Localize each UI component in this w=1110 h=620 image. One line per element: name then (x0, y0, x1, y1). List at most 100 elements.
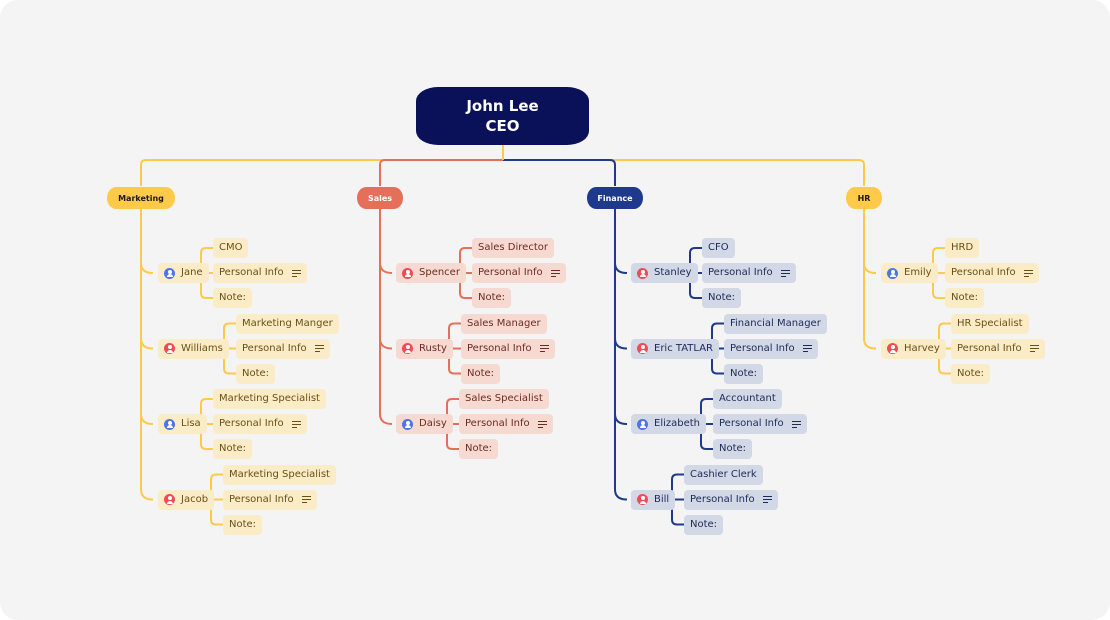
role-node[interactable]: CFO (702, 238, 735, 258)
notes-menu-icon[interactable] (301, 496, 311, 503)
personal-info-node[interactable]: Personal Info (951, 338, 1045, 359)
notes-menu-icon[interactable] (780, 269, 790, 277)
dept-node-finance[interactable]: Finance (587, 187, 643, 209)
role-node[interactable]: Cashier Clerk (684, 464, 763, 485)
personal-info-node-label: Personal Info (708, 267, 773, 278)
personal-info-node-label: Personal Info (219, 267, 284, 278)
note-node-label: Note: (957, 367, 985, 379)
note-node-label: Note: (229, 518, 257, 530)
person-name: Harvey (904, 342, 940, 354)
personal-info-node[interactable]: Personal Info (724, 338, 818, 359)
role-node[interactable]: Marketing Specialist (223, 464, 336, 485)
member-branch (379, 262, 393, 274)
personal-info-node[interactable]: Personal Info (236, 338, 330, 359)
notes-menu-icon[interactable] (537, 420, 547, 428)
person-node[interactable]: Eric TATLAR (631, 338, 719, 359)
role-node[interactable]: HR Specialist (951, 313, 1029, 334)
person-node[interactable]: Emily (881, 263, 938, 283)
dept-node-hr[interactable]: HR (846, 187, 882, 209)
role-node-label: Accountant (719, 393, 776, 404)
note-node[interactable]: Note: (459, 439, 499, 459)
dept-trunk-marketing (140, 209, 154, 501)
note-node[interactable]: Note: (684, 514, 724, 535)
personal-info-node[interactable]: Personal Info (459, 414, 553, 434)
role-node[interactable]: CMO (213, 238, 249, 258)
role-node[interactable]: Financial Manager (724, 313, 827, 334)
notes-menu-icon[interactable] (291, 269, 301, 277)
role-node[interactable]: Marketing Specialist (213, 389, 326, 409)
person-name: Daisy (419, 418, 447, 429)
person-node[interactable]: Lisa (158, 414, 207, 434)
note-node[interactable]: Note: (223, 514, 263, 535)
note-node[interactable]: Note: (472, 288, 512, 308)
person-node[interactable]: Jacob (158, 489, 215, 510)
person-name: Eric TATLAR (654, 342, 713, 354)
notes-menu-icon[interactable] (802, 345, 812, 352)
person-node[interactable]: Bill (631, 489, 676, 510)
role-node[interactable]: Accountant (713, 389, 782, 409)
role-node-label: HRD (951, 242, 974, 253)
role-node-label: Cashier Clerk (690, 468, 757, 480)
person-node[interactable]: Spencer (396, 263, 466, 283)
ceo-title: CEO (485, 117, 520, 135)
personal-info-node[interactable]: Personal Info (213, 414, 307, 434)
role-node-label: Marketing Specialist (219, 393, 320, 404)
notes-menu-icon[interactable] (1023, 269, 1033, 277)
personal-info-node-label: Personal Info (219, 418, 284, 429)
note-node[interactable]: Note: (951, 363, 991, 384)
note-node[interactable]: Note: (945, 288, 985, 308)
role-node[interactable]: Sales Director (472, 238, 554, 258)
notes-menu-icon[interactable] (1029, 345, 1039, 352)
notes-menu-icon[interactable] (539, 345, 549, 352)
member-branch (379, 338, 393, 350)
person-node[interactable]: Rusty (396, 338, 453, 359)
person-node[interactable]: Williams (158, 338, 229, 359)
notes-menu-icon[interactable] (550, 269, 560, 277)
personal-info-node[interactable]: Personal Info (702, 263, 796, 283)
person-node[interactable]: Daisy (396, 414, 453, 434)
mind-map-canvas: John Lee CEO Marketing Jane CMO Personal In… (0, 0, 1110, 620)
note-node[interactable]: Note: (713, 439, 753, 459)
person-node[interactable]: Elizabeth (631, 414, 707, 434)
personal-info-node[interactable]: Personal Info (945, 263, 1039, 283)
person-icon (164, 343, 175, 354)
dept-node-marketing[interactable]: Marketing (107, 187, 175, 209)
person-icon (637, 494, 648, 505)
notes-menu-icon[interactable] (314, 345, 324, 352)
personal-info-node-label: Personal Info (478, 267, 543, 278)
notes-menu-icon[interactable] (791, 420, 801, 428)
personal-info-node[interactable]: Personal Info (223, 489, 317, 510)
notes-menu-icon[interactable] (762, 496, 772, 503)
note-node[interactable]: Note: (236, 363, 276, 384)
person-icon (637, 343, 648, 354)
personal-info-node[interactable]: Personal Info (472, 263, 566, 283)
note-node[interactable]: Note: (213, 439, 253, 459)
personal-info-node[interactable]: Personal Info (684, 489, 778, 510)
person-node[interactable]: Jane (158, 263, 209, 283)
role-node-label: Sales Manager (467, 317, 541, 329)
person-node[interactable]: Stanley (631, 263, 698, 283)
personal-info-node[interactable]: Personal Info (461, 338, 555, 359)
member-branch (614, 413, 628, 425)
role-node[interactable]: Sales Specialist (459, 389, 549, 409)
person-icon (402, 267, 413, 279)
person-name: Stanley (654, 267, 692, 278)
dept-node-sales[interactable]: Sales (357, 187, 403, 209)
role-node-label: Financial Manager (730, 317, 821, 329)
ceo-node[interactable]: John Lee CEO (416, 87, 589, 145)
personal-info-node[interactable]: Personal Info (713, 414, 807, 434)
personal-info-node[interactable]: Personal Info (213, 263, 307, 283)
notes-menu-icon[interactable] (291, 420, 301, 428)
person-name: Spencer (419, 267, 460, 278)
role-node[interactable]: Sales Manager (461, 313, 547, 334)
role-node[interactable]: Marketing Manger (236, 313, 339, 334)
person-icon (164, 494, 175, 505)
note-node[interactable]: Note: (702, 288, 742, 308)
role-node[interactable]: HRD (945, 238, 980, 258)
note-node[interactable]: Note: (461, 363, 501, 384)
dept-trunk-sales (379, 209, 393, 425)
role-node-label: Marketing Manger (242, 317, 333, 329)
note-node[interactable]: Note: (724, 363, 764, 384)
note-node[interactable]: Note: (213, 288, 253, 308)
person-node[interactable]: Harvey (881, 338, 946, 359)
